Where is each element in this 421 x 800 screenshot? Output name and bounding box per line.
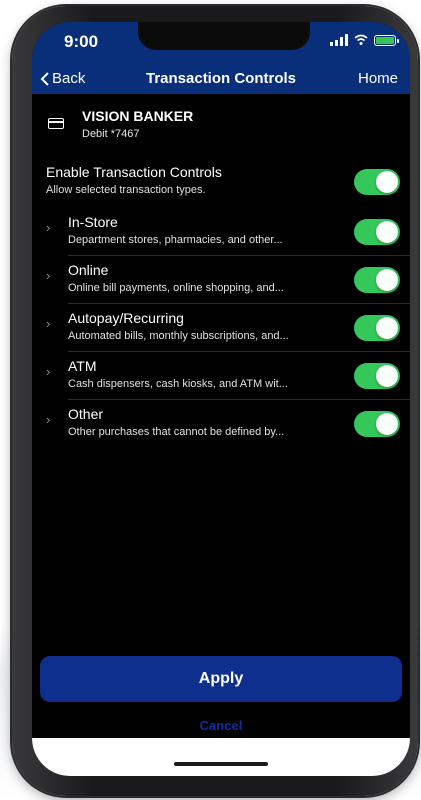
transaction-controls-list: Enable Transaction Controls Allow select…: [32, 158, 410, 448]
list-item-autopay-recurring[interactable]: › Autopay/Recurring Automated bills, mon…: [32, 304, 410, 352]
row-title: Other: [68, 406, 104, 422]
row-subtitle: Automated bills, monthly subscriptions, …: [68, 330, 289, 342]
page-title: Transaction Controls: [145, 70, 297, 87]
chevron-right-icon: ›: [46, 364, 51, 379]
row-title: ATM: [68, 358, 97, 374]
chevron-right-icon: ›: [46, 412, 51, 427]
row-title: In-Store: [68, 214, 118, 230]
card-name: VISION BANKER: [82, 108, 194, 124]
row-title: Enable Transaction Controls: [46, 164, 222, 180]
row-subtitle: Online bill payments, online shopping, a…: [68, 282, 284, 294]
row-subtitle: Other purchases that cannot be defined b…: [68, 426, 285, 438]
phone-screen: 9:00 Back Transaction Controls Home VISI…: [32, 22, 410, 776]
in-store-toggle[interactable]: [354, 219, 400, 245]
wifi-icon: [354, 34, 368, 45]
cancel-button[interactable]: Cancel: [32, 718, 410, 733]
list-item-online[interactable]: › Online Online bill payments, online sh…: [32, 256, 410, 304]
status-time: 9:00: [64, 32, 99, 51]
page-background: 9:00 Back Transaction Controls Home VISI…: [0, 0, 421, 800]
row-subtitle: Department stores, pharmacies, and other…: [68, 234, 283, 246]
signal-icon: [330, 34, 348, 46]
row-title: Online: [68, 262, 109, 278]
list-item-other[interactable]: › Other Other purchases that cannot be d…: [32, 400, 410, 448]
row-subtitle: Allow selected transaction types.: [46, 184, 206, 196]
battery-icon: [374, 34, 399, 46]
row-title: Autopay/Recurring: [68, 310, 184, 326]
chevron-right-icon: ›: [46, 268, 51, 283]
list-item-atm[interactable]: › ATM Cash dispensers, cash kiosks, and …: [32, 352, 410, 400]
home-indicator-area: [32, 738, 410, 776]
atm-toggle[interactable]: [354, 363, 400, 389]
status-icons: [330, 34, 399, 46]
apply-button[interactable]: Apply: [40, 656, 402, 702]
home-indicator[interactable]: [174, 762, 268, 766]
credit-card-icon: [48, 118, 64, 129]
card-number: Debit *7467: [82, 128, 140, 140]
status-bar: 9:00: [32, 22, 410, 64]
online-toggle[interactable]: [354, 267, 400, 293]
enable-transaction-controls-toggle[interactable]: [354, 169, 400, 195]
chevron-right-icon: ›: [46, 220, 51, 235]
chevron-right-icon: ›: [46, 316, 51, 331]
camera-notch: [138, 22, 310, 50]
home-button[interactable]: Home: [358, 70, 398, 87]
navigation-bar: Back Transaction Controls Home: [32, 64, 410, 94]
other-toggle[interactable]: [354, 411, 400, 437]
autopay-recurring-toggle[interactable]: [354, 315, 400, 341]
enable-transaction-controls-row: Enable Transaction Controls Allow select…: [32, 158, 410, 208]
row-subtitle: Cash dispensers, cash kiosks, and ATM wi…: [68, 378, 288, 390]
list-item-in-store[interactable]: › In-Store Department stores, pharmacies…: [32, 208, 410, 256]
